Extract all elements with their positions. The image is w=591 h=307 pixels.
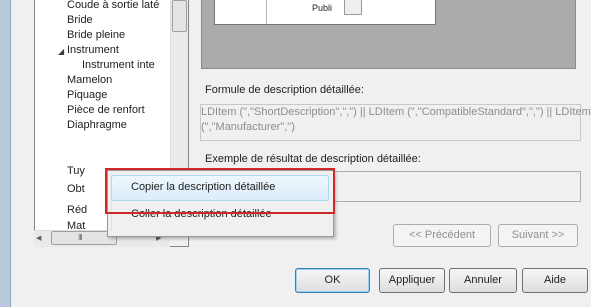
preview-text: Publi bbox=[312, 3, 333, 13]
scroll-grip: III bbox=[78, 233, 83, 242]
formula-label: Formule de description détaillée: bbox=[205, 84, 364, 96]
window-frame-left bbox=[0, 0, 10, 307]
previous-button[interactable]: << Précédent bbox=[393, 224, 491, 247]
tree-item[interactable]: Tuy bbox=[67, 164, 85, 179]
tree-item[interactable]: Bride pleine bbox=[67, 28, 125, 43]
apply-button[interactable]: Appliquer bbox=[379, 268, 445, 293]
tree-item[interactable]: Piquage bbox=[67, 88, 107, 103]
scroll-left-arrow-icon[interactable]: ◀ bbox=[36, 234, 41, 242]
tree-item[interactable]: Mamelon bbox=[67, 73, 112, 88]
tree-item[interactable]: Diaphragme bbox=[67, 118, 127, 133]
formula-text-line-2: (","Manufacturer",") bbox=[201, 121, 295, 133]
formula-text-line-1: LDItem (","ShortDescription",",") || LDI… bbox=[201, 106, 591, 118]
ok-button[interactable]: OK bbox=[295, 268, 370, 293]
annotation-highlight-box bbox=[105, 168, 335, 214]
tree-item[interactable]: Bride bbox=[67, 13, 93, 28]
vertical-scroll-thumb[interactable] bbox=[172, 0, 187, 32]
tree-item[interactable]: Réd bbox=[67, 203, 87, 218]
tree-item[interactable]: Coude à sortie laté bbox=[67, 0, 159, 13]
preview-combo bbox=[344, 0, 362, 15]
tree-item-instrument[interactable]: Instrument bbox=[67, 43, 119, 58]
tree-item[interactable]: Pièce de renfort bbox=[67, 103, 145, 118]
cancel-button[interactable]: Annuler bbox=[449, 268, 517, 293]
preview-divider bbox=[266, 0, 267, 24]
tree-item[interactable]: Instrument inte bbox=[82, 58, 155, 73]
help-button[interactable]: Aide bbox=[522, 268, 588, 293]
expand-arrow-icon[interactable]: ◢ bbox=[58, 47, 64, 56]
tree-item[interactable]: Obt bbox=[67, 182, 85, 197]
example-label: Exemple de résultat de description détai… bbox=[205, 153, 421, 165]
next-button[interactable]: Suivant >> bbox=[498, 224, 578, 247]
